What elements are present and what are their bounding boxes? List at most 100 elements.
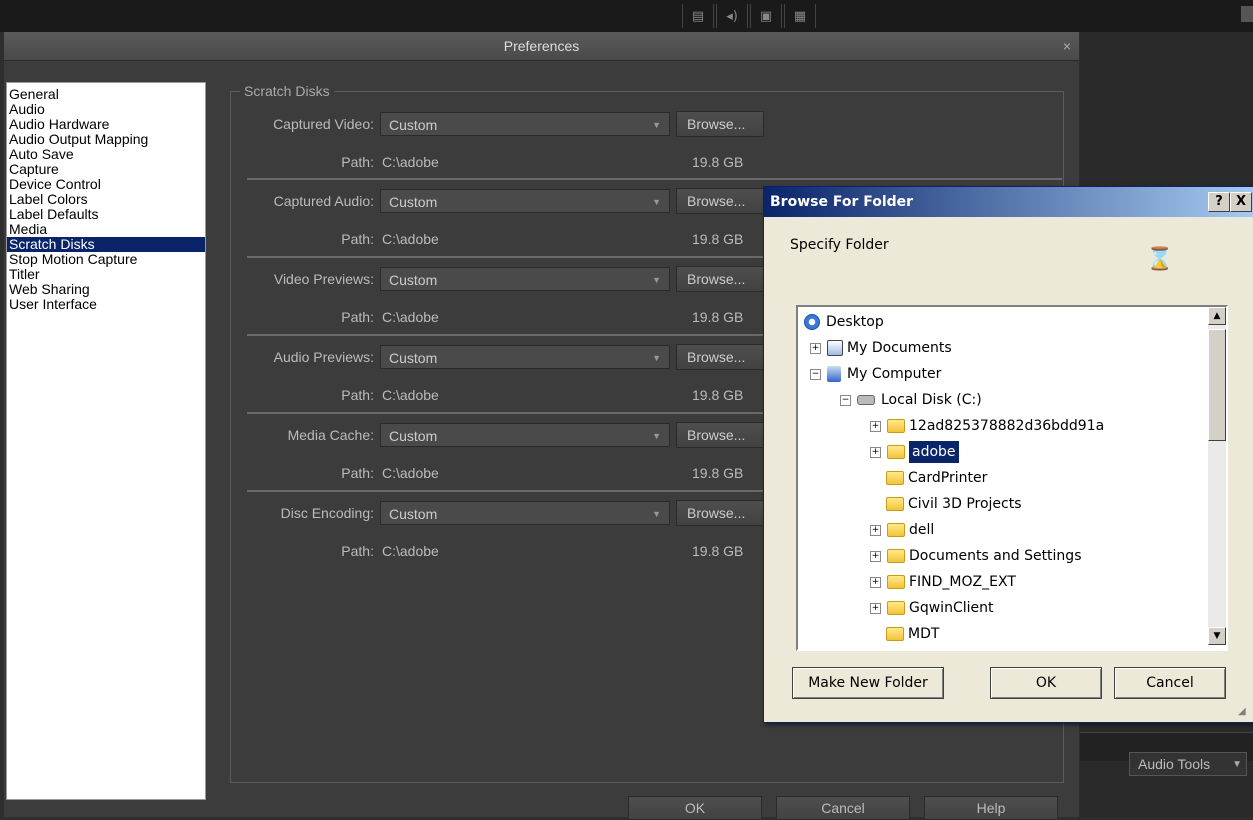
tree-item-folder[interactable]: Civil 3D Projects	[886, 493, 1022, 515]
help-button[interactable]: Help	[924, 796, 1058, 820]
audio-previews-dropdown[interactable]: Custom ▼	[380, 345, 670, 369]
category-item-user-interface[interactable]: User Interface	[7, 297, 205, 312]
make-new-folder-button[interactable]: Make New Folder	[792, 667, 944, 699]
scroll-up-icon[interactable]: ▲	[1208, 307, 1226, 325]
tree-item-folder[interactable]: CardPrinter	[886, 467, 987, 489]
category-item-audio-output-mapping[interactable]: Audio Output Mapping	[7, 132, 205, 147]
tree-item-adobe[interactable]: + adobe	[870, 441, 959, 463]
expand-icon[interactable]: +	[870, 602, 881, 614]
category-item-audio-hardware[interactable]: Audio Hardware	[7, 117, 205, 132]
top-toolbar: ▤ ◂) ▣ ▦	[0, 0, 1253, 32]
tree-item-label: Civil 3D Projects	[908, 496, 1022, 512]
cancel-button[interactable]: Cancel	[776, 796, 910, 820]
filmstrip-icon[interactable]: ▤	[682, 4, 714, 28]
tree-item-local-disk[interactable]: − Local Disk (C:)	[840, 389, 982, 411]
category-item-audio[interactable]: Audio	[7, 102, 205, 117]
close-icon[interactable]: ×	[1063, 32, 1071, 60]
folder-icon	[887, 419, 905, 433]
category-item-media[interactable]: Media	[7, 222, 205, 237]
chevron-down-icon: ▼	[652, 275, 661, 285]
media-cache-dropdown[interactable]: Custom ▼	[380, 423, 670, 447]
path-value: C:\adobe	[382, 387, 439, 403]
expand-icon[interactable]: +	[870, 420, 881, 432]
help-icon[interactable]: ?	[1208, 192, 1230, 212]
expand-icon[interactable]: +	[870, 524, 881, 536]
category-item-general[interactable]: General	[7, 87, 205, 102]
category-item-capture[interactable]: Capture	[7, 162, 205, 177]
browse-button[interactable]: Browse...	[676, 111, 764, 137]
tree-item-my-documents[interactable]: + My Documents	[810, 337, 952, 359]
captured-video-dropdown[interactable]: Custom ▼	[380, 112, 670, 136]
chevron-down-icon: ▼	[652, 509, 661, 519]
browse-button[interactable]: Browse...	[676, 266, 764, 292]
category-item-scratch-disks[interactable]: Scratch Disks	[7, 237, 205, 252]
captured-audio-dropdown[interactable]: Custom ▼	[380, 189, 670, 213]
expand-icon[interactable]: +	[870, 576, 881, 588]
tree-item-my-computer[interactable]: − My Computer	[810, 363, 941, 385]
scroll-thumb[interactable]	[1208, 329, 1226, 441]
category-item-device-control[interactable]: Device Control	[7, 177, 205, 192]
window-control[interactable]	[1241, 6, 1253, 22]
browse-button[interactable]: Browse...	[676, 188, 764, 214]
size-value: 19.8 GB	[692, 231, 744, 247]
category-item-web-sharing[interactable]: Web Sharing	[7, 282, 205, 297]
folder-icon	[887, 523, 905, 537]
grid-icon[interactable]: ▦	[784, 4, 816, 28]
dropdown-value: Custom	[389, 117, 438, 133]
tree-item-label: My Computer	[847, 366, 942, 382]
scroll-down-icon[interactable]: ▼	[1208, 627, 1226, 645]
tree-item-label: 12ad825378882d36bdd91a	[909, 418, 1105, 434]
path-label: Path:	[341, 387, 374, 403]
category-item-label-colors[interactable]: Label Colors	[7, 192, 205, 207]
browse-button[interactable]: Browse...	[676, 422, 764, 448]
tree-item-folder[interactable]: + GqwinClient	[870, 597, 993, 619]
category-item-auto-save[interactable]: Auto Save	[7, 147, 205, 162]
folder-tree[interactable]: Desktop + My Documents − My Computer − L…	[796, 305, 1228, 651]
expand-icon[interactable]: +	[870, 446, 881, 458]
divider	[247, 178, 1062, 180]
tree-item-label: adobe	[909, 441, 959, 463]
tree-item-label: Local Disk (C:)	[881, 392, 982, 408]
tree-item-folder[interactable]: + 12ad825378882d36bdd91a	[870, 415, 1104, 437]
browse-for-folder-dialog: Browse For Folder ? X Specify Folder ⌛ D…	[763, 186, 1253, 723]
tree-item-folder[interactable]: MDT	[886, 623, 939, 645]
speaker-icon[interactable]: ◂)	[716, 4, 748, 28]
tree-item-label: Documents and Settings	[909, 548, 1082, 564]
row-label: Captured Audio:	[273, 193, 374, 209]
ok-button[interactable]: OK	[990, 667, 1102, 699]
cancel-button[interactable]: Cancel	[1114, 667, 1226, 699]
category-item-titler[interactable]: Titler	[7, 267, 205, 282]
tree-item-folder[interactable]: + Documents and Settings	[870, 545, 1081, 567]
ok-button[interactable]: OK	[628, 796, 762, 820]
hourglass-icon: ⌛	[1146, 247, 1174, 272]
tree-item-label: CardPrinter	[908, 470, 988, 486]
image-icon[interactable]: ▣	[750, 4, 782, 28]
row-label: Disc Encoding:	[280, 505, 374, 521]
path-label: Path:	[341, 231, 374, 247]
browse-button[interactable]: Browse...	[676, 500, 764, 526]
category-item-label-defaults[interactable]: Label Defaults	[7, 207, 205, 222]
vertical-scrollbar[interactable]: ▲ ▼	[1208, 307, 1226, 645]
tree-item-folder[interactable]: + FIND_MOZ_EXT	[870, 571, 1016, 593]
path-value: C:\adobe	[382, 543, 439, 559]
collapse-icon[interactable]: −	[840, 394, 851, 406]
audio-tools-label: Audio Tools	[1138, 756, 1211, 772]
tree-item-folder[interactable]: + dell	[870, 519, 934, 541]
category-item-stop-motion-capture[interactable]: Stop Motion Capture	[7, 252, 205, 267]
tree-item-desktop[interactable]: Desktop	[804, 311, 884, 333]
audio-tools-dropdown[interactable]: Audio Tools ▼	[1129, 752, 1247, 776]
group-label: Scratch Disks	[240, 83, 334, 99]
category-list[interactable]: General Audio Audio Hardware Audio Outpu…	[6, 82, 206, 800]
browse-button[interactable]: Browse...	[676, 344, 764, 370]
instruction-label: Specify Folder	[790, 237, 889, 253]
expand-icon[interactable]: +	[870, 550, 881, 562]
dropdown-value: Custom	[389, 350, 438, 366]
expand-icon[interactable]: +	[810, 342, 821, 354]
disc-encoding-dropdown[interactable]: Custom ▼	[380, 501, 670, 525]
collapse-icon[interactable]: −	[810, 368, 821, 380]
resize-grip-icon[interactable]: ◢	[1238, 706, 1250, 718]
close-icon[interactable]: X	[1230, 192, 1252, 212]
path-value: C:\adobe	[382, 154, 439, 170]
size-value: 19.8 GB	[692, 154, 744, 170]
video-previews-dropdown[interactable]: Custom ▼	[380, 267, 670, 291]
